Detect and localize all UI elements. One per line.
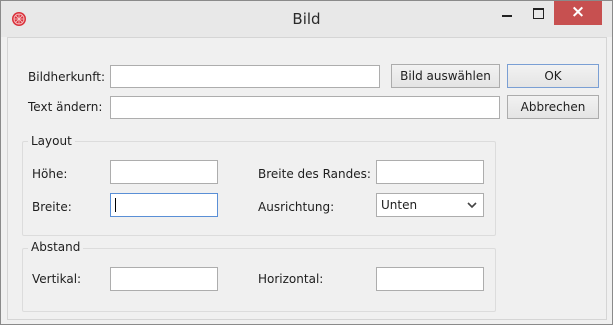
vertical-label: Vertikal: <box>32 272 82 286</box>
horizontal-input[interactable] <box>376 267 484 291</box>
alt-text-label: Text ändern: <box>28 100 103 114</box>
minimize-button[interactable] <box>494 1 520 25</box>
text-caret <box>115 198 116 212</box>
window-title: Bild <box>292 10 321 28</box>
source-input[interactable] <box>110 65 380 88</box>
source-label: Bildherkunft: <box>28 70 105 84</box>
chevron-down-icon <box>467 202 477 209</box>
alt-text-input[interactable] <box>110 96 500 119</box>
border-width-label: Breite des Randes: <box>258 167 371 181</box>
height-label: Höhe: <box>32 167 68 181</box>
alignment-select[interactable]: Unten <box>376 193 484 217</box>
maximize-button[interactable] <box>525 1 551 25</box>
border-width-input[interactable] <box>376 160 484 184</box>
alignment-label: Ausrichtung: <box>258 200 335 214</box>
vertical-input[interactable] <box>110 267 218 291</box>
choose-image-button[interactable]: Bild auswählen <box>391 64 500 88</box>
cancel-button[interactable]: Abbrechen <box>507 95 599 119</box>
image-dialog: Bild × Bildherkunft: Bild auswählen OK T… <box>0 0 613 325</box>
dialog-body: Bildherkunft: Bild auswählen OK Text änd… <box>7 37 607 320</box>
ok-button[interactable]: OK <box>507 64 599 88</box>
layout-legend: Layout <box>28 134 75 148</box>
title-bar[interactable]: Bild × <box>1 1 612 37</box>
maximize-icon <box>533 8 544 19</box>
close-button[interactable]: × <box>554 1 602 25</box>
height-input[interactable] <box>110 160 218 184</box>
horizontal-label: Horizontal: <box>258 272 324 286</box>
minimize-icon <box>502 15 512 17</box>
layout-group <box>22 141 496 236</box>
alignment-value: Unten <box>381 198 418 212</box>
spacing-legend: Abstand <box>28 240 84 254</box>
close-icon: × <box>570 2 586 22</box>
width-label: Breite: <box>32 200 72 214</box>
width-input[interactable] <box>110 193 218 217</box>
